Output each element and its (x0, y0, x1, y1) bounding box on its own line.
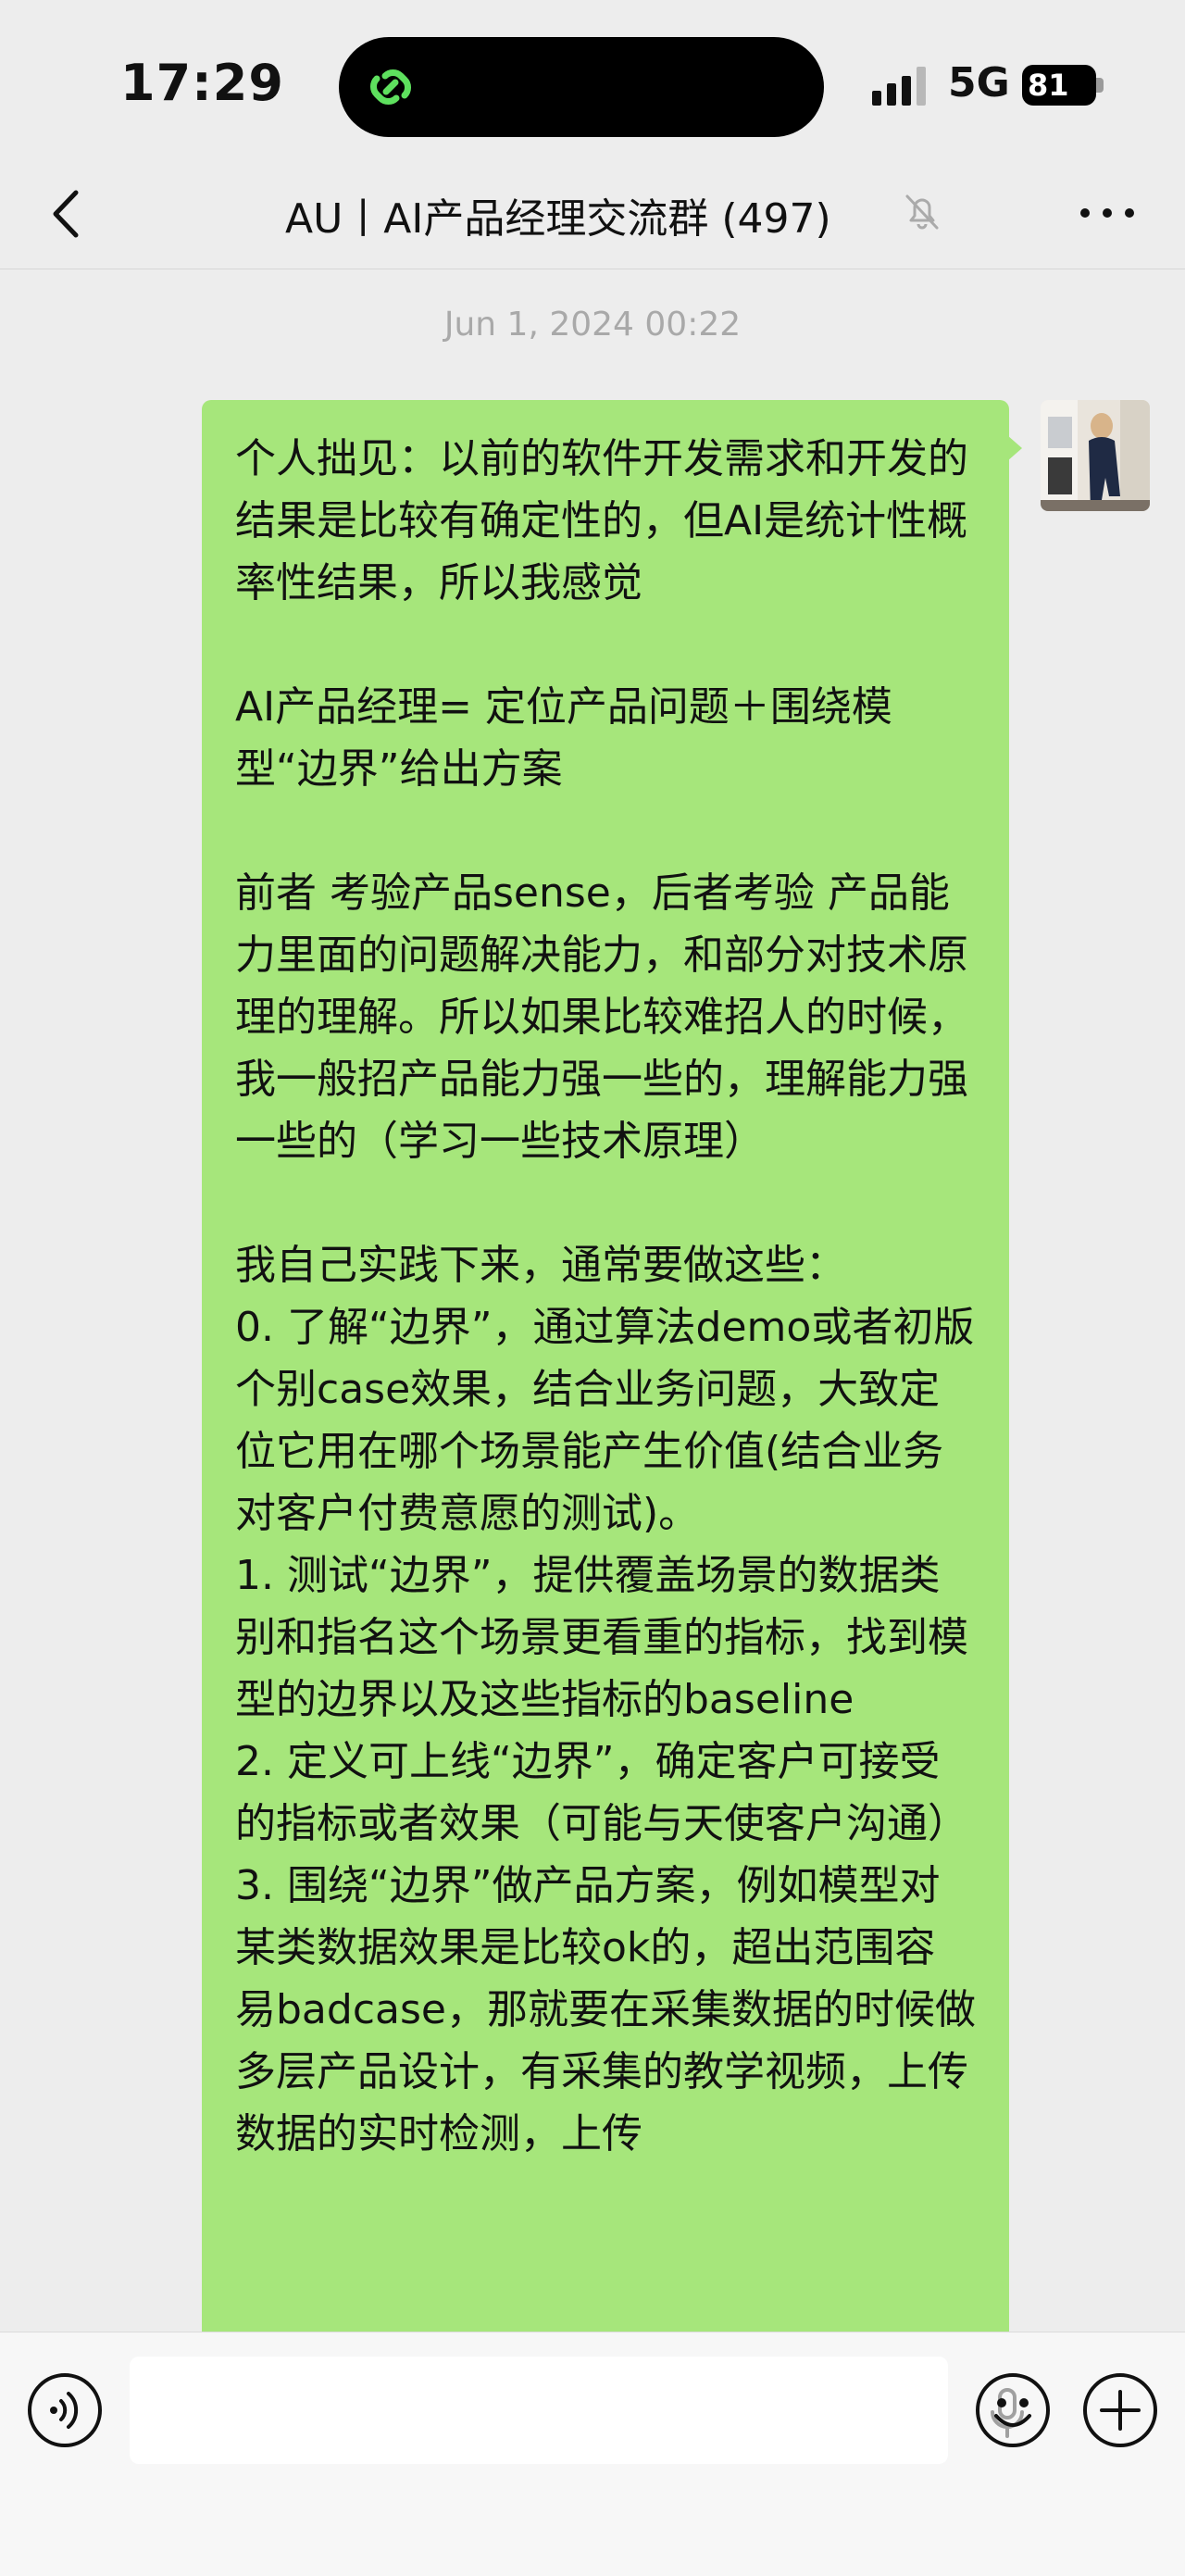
status-bar: 17:29 5G 81 (0, 0, 1185, 176)
message-paragraph: 前者 考验产品sense，后者考验 产品能力里面的问题解决能力，和部分对技术原理… (235, 869, 968, 1165)
bell-slash-icon (905, 194, 939, 230)
message-paragraph: 个人拙见：以前的软件开发需求和开发的结果是比较有确定性的，但AI是统计性概率性结… (235, 435, 968, 606)
avatar[interactable] (1041, 400, 1150, 511)
battery-cap (1096, 78, 1104, 93)
network-type: 5G (948, 59, 1010, 106)
battery-level: 81 (1028, 68, 1069, 103)
dynamic-island (339, 37, 824, 137)
voice-wave-icon[interactable] (26, 2371, 104, 2449)
message-input[interactable] (130, 2357, 1024, 2464)
plus-circle-icon[interactable] (1081, 2371, 1159, 2449)
message-bubble[interactable]: 个人拙见：以前的软件开发需求和开发的结果是比较有确定性的，但AI是统计性概率性结… (202, 400, 1009, 2345)
message-timestamp: Jun 1, 2024 00:22 (443, 306, 742, 344)
chevron-left-icon[interactable] (35, 181, 100, 246)
signal-icon (872, 67, 926, 106)
input-bar (0, 2332, 1185, 2576)
bubble-tail (1007, 435, 1022, 461)
chat-header: AU丨AI产品经理交流群 (497) (0, 157, 1185, 269)
chat-title[interactable]: AU丨AI产品经理交流群 (497) (285, 185, 831, 244)
battery-icon: 81 (1022, 65, 1096, 106)
smiley-icon[interactable] (974, 2371, 1052, 2449)
status-time: 17:29 (120, 54, 284, 112)
ellipsis-icon[interactable] (1074, 185, 1141, 241)
wechat-link-icon (370, 69, 411, 105)
message-paragraph: AI产品经理= 定位产品问题＋围绕模型“边界”给出方案 (235, 683, 892, 793)
message-paragraph: 我自己实践下来，通常要做这些： 0. 了解“边界”，通过算法demo或者初版个别… (235, 1242, 976, 2157)
